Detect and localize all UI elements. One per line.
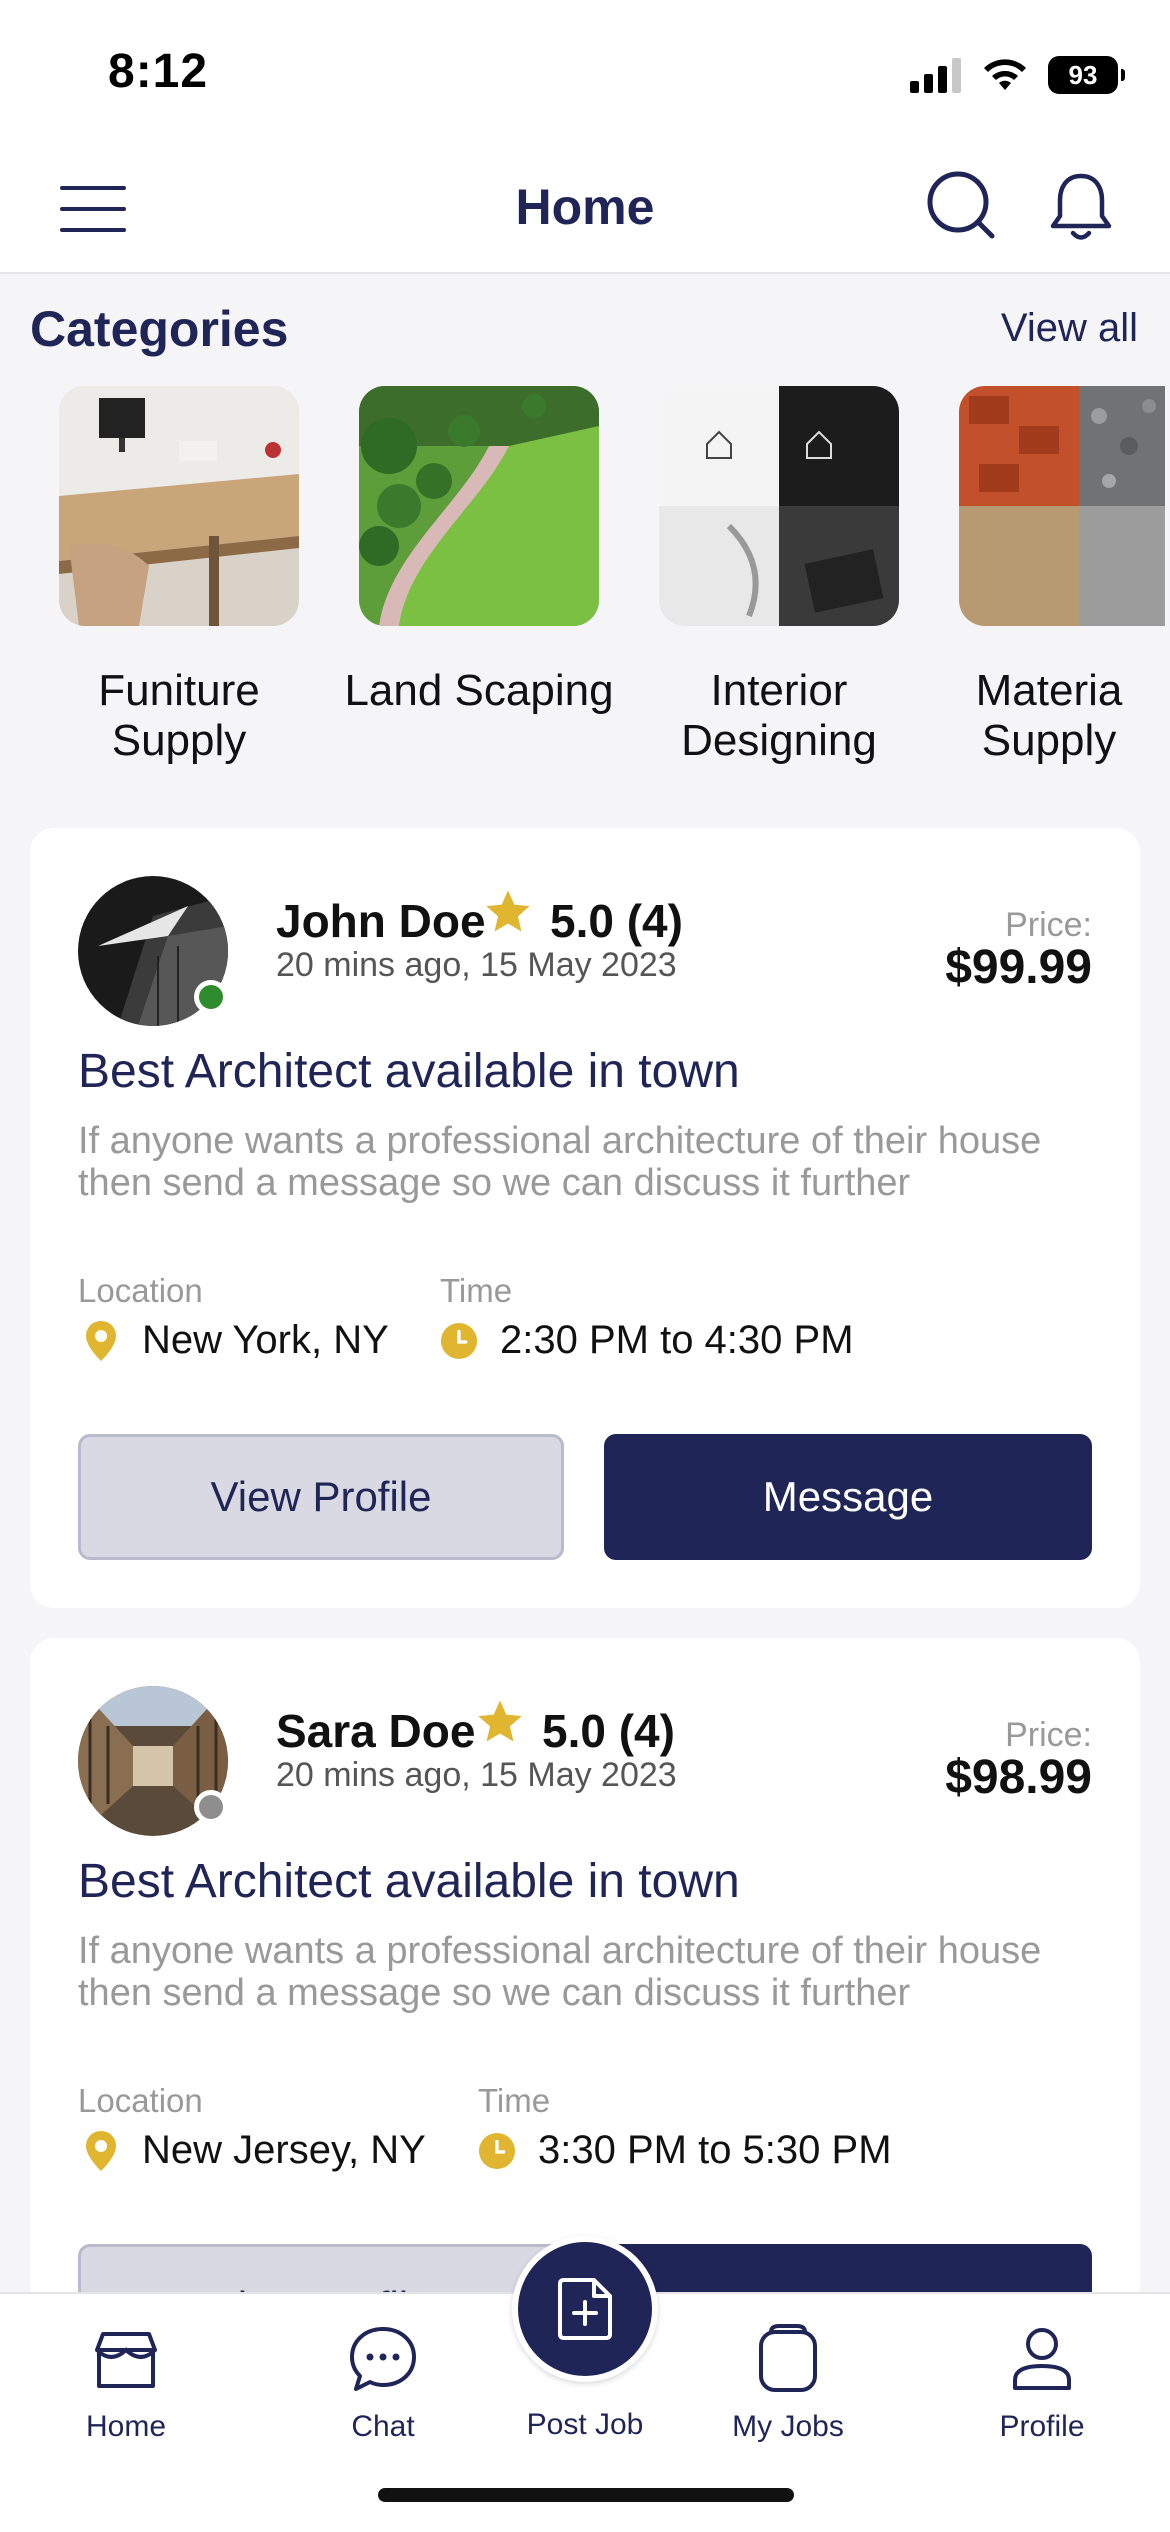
job-title[interactable]: Best Architect available in town xyxy=(78,1044,740,1099)
main-content[interactable]: Categories View all Funiture Supply Land… xyxy=(0,274,1170,2292)
posted-time: 20 mins ago, 15 May 2023 xyxy=(276,1756,677,1794)
post-job-button[interactable] xyxy=(512,2236,658,2382)
job-card[interactable]: John Doe 5.0 (4) 20 mins ago, 15 May 202… xyxy=(30,828,1140,1608)
home-indicator xyxy=(378,2488,794,2502)
location-pin-icon xyxy=(86,2130,116,2171)
battery-indicator: 93 xyxy=(1048,56,1125,94)
profile-icon xyxy=(1013,2328,1071,2390)
tab-home[interactable]: Home xyxy=(36,2324,216,2444)
chat-icon xyxy=(350,2327,416,2391)
location-label: Location xyxy=(78,1272,203,1309)
status-bar: 8:12 93 xyxy=(0,0,1170,150)
posted-time: 20 mins ago, 15 May 2023 xyxy=(276,946,677,984)
location-value: New York, NY xyxy=(142,1318,389,1362)
time-row: 3:30 PM to 5:30 PM xyxy=(478,2128,892,2173)
post-job-icon xyxy=(558,2278,612,2340)
time-value: 3:30 PM to 5:30 PM xyxy=(538,2128,892,2172)
status-icons: 93 xyxy=(910,54,1125,96)
time-value: 2:30 PM to 4:30 PM xyxy=(500,1318,854,1362)
tab-label: Home xyxy=(85,2410,167,2443)
time-label: Time xyxy=(478,2082,551,2119)
message-button[interactable]: Message xyxy=(604,2244,1092,2292)
category-label: Land Scaping xyxy=(344,666,614,715)
location-row: New Jersey, NY xyxy=(82,2128,426,2173)
tab-my-jobs[interactable]: My Jobs xyxy=(698,2324,878,2444)
post-job-label: Post Job xyxy=(526,2408,644,2441)
clock-icon xyxy=(440,1322,478,1359)
category-label: Interior Designing xyxy=(681,666,877,765)
bell-icon[interactable] xyxy=(1046,170,1116,244)
online-status-dot xyxy=(194,980,228,1014)
star-icon xyxy=(478,1700,522,1742)
price-value: $98.99 xyxy=(945,1751,1092,1804)
category-image xyxy=(659,386,899,626)
status-time: 8:12 xyxy=(108,45,209,98)
location-row: New York, NY xyxy=(82,1318,389,1363)
time-row: 2:30 PM to 4:30 PM xyxy=(440,1318,854,1363)
category-material-supply[interactable]: Materia Supply xyxy=(934,386,1170,766)
categories-title: Categories xyxy=(30,301,289,357)
tab-label: Chat xyxy=(351,2410,415,2443)
view-profile-button[interactable]: View Profile xyxy=(78,1434,564,1560)
price-value: $99.99 xyxy=(945,941,1092,994)
signal-icon xyxy=(910,58,961,93)
category-image xyxy=(359,386,599,626)
wifi-icon xyxy=(984,59,1026,90)
job-card[interactable]: Sara Doe 5.0 (4) 20 mins ago, 15 May 202… xyxy=(30,1638,1140,2292)
tab-chat[interactable]: Chat xyxy=(293,2324,473,2444)
poster-name: John Doe xyxy=(276,895,486,947)
rating-text: 5.0 (4) xyxy=(550,895,683,947)
category-label: Materia Supply xyxy=(975,666,1123,765)
jobs-icon xyxy=(759,2324,817,2392)
category-furniture-supply[interactable]: Funiture Supply xyxy=(34,386,324,766)
nav-bar: Home xyxy=(0,150,1170,274)
category-image xyxy=(59,386,299,626)
job-description: If anyone wants a professional architect… xyxy=(78,1120,1042,1204)
poster-name: Sara Doe xyxy=(276,1705,476,1757)
offline-status-dot xyxy=(194,1790,228,1824)
view-all-link[interactable]: View all xyxy=(1001,306,1138,351)
job-title[interactable]: Best Architect available in town xyxy=(78,1854,740,1909)
rating-text: 5.0 (4) xyxy=(542,1705,675,1757)
star-icon xyxy=(486,890,530,932)
category-image xyxy=(959,386,1165,626)
location-value: New Jersey, NY xyxy=(142,2128,426,2172)
message-button[interactable]: Message xyxy=(604,1434,1092,1560)
job-description: If anyone wants a professional architect… xyxy=(78,1930,1042,2014)
tab-label: My Jobs xyxy=(732,2410,844,2443)
search-icon[interactable] xyxy=(924,168,998,242)
time-label: Time xyxy=(440,1272,513,1309)
tab-label: Profile xyxy=(999,2410,1085,2443)
tab-profile[interactable]: Profile xyxy=(952,2324,1132,2444)
category-land-scaping[interactable]: Land Scaping xyxy=(334,386,624,716)
clock-icon xyxy=(478,2132,516,2169)
location-label: Location xyxy=(78,2082,203,2119)
store-icon xyxy=(95,2332,157,2388)
location-pin-icon xyxy=(86,1320,116,1361)
view-profile-button[interactable]: View Profile xyxy=(78,2244,564,2292)
category-interior-designing[interactable]: Interior Designing xyxy=(634,386,924,766)
category-label: Funiture Supply xyxy=(98,666,260,765)
